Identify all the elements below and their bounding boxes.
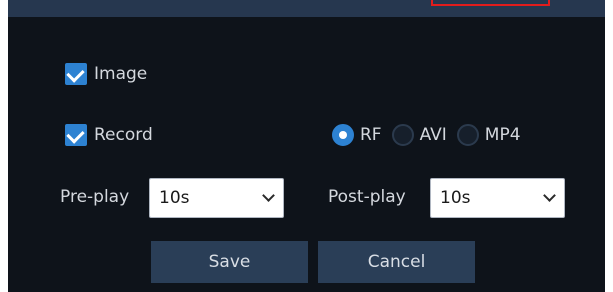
rf-radio[interactable] (332, 124, 354, 146)
mp4-label: MP4 (484, 125, 521, 145)
record-option[interactable]: Record (65, 124, 153, 146)
pre-play-label: Pre-play (60, 187, 130, 207)
chevron-down-icon (543, 189, 556, 202)
avi-radio[interactable] (391, 124, 414, 146)
post-play-value: 10s (440, 188, 471, 208)
format-option-mp4[interactable]: MP4 (456, 124, 521, 146)
image-checkbox[interactable] (65, 63, 87, 85)
save-button[interactable]: Save (151, 241, 308, 283)
record-label: Record (94, 125, 153, 145)
mp4-radio[interactable] (456, 124, 479, 146)
format-radio-group: RF AVI MP4 (332, 124, 531, 146)
record-checkbox[interactable] (65, 124, 87, 146)
settings-dialog: Image Record RF AVI MP4 Pre-play 10s Pos… (8, 0, 605, 292)
format-option-avi[interactable]: AVI (391, 124, 447, 146)
post-play-select[interactable]: 10s (430, 178, 565, 218)
screenshot-frame: Image Record RF AVI MP4 Pre-play 10s Pos… (0, 0, 613, 292)
image-label: Image (94, 64, 148, 84)
avi-label: AVI (419, 125, 447, 145)
post-play-label: Post-play (328, 187, 406, 207)
highlight-outline (431, 0, 550, 6)
image-option[interactable]: Image (65, 63, 147, 85)
chevron-down-icon (262, 189, 275, 202)
format-option-rf[interactable]: RF (332, 124, 382, 146)
rf-label: RF (360, 125, 382, 145)
cancel-button[interactable]: Cancel (318, 241, 475, 283)
pre-play-value: 10s (159, 188, 190, 208)
pre-play-select[interactable]: 10s (149, 178, 284, 218)
